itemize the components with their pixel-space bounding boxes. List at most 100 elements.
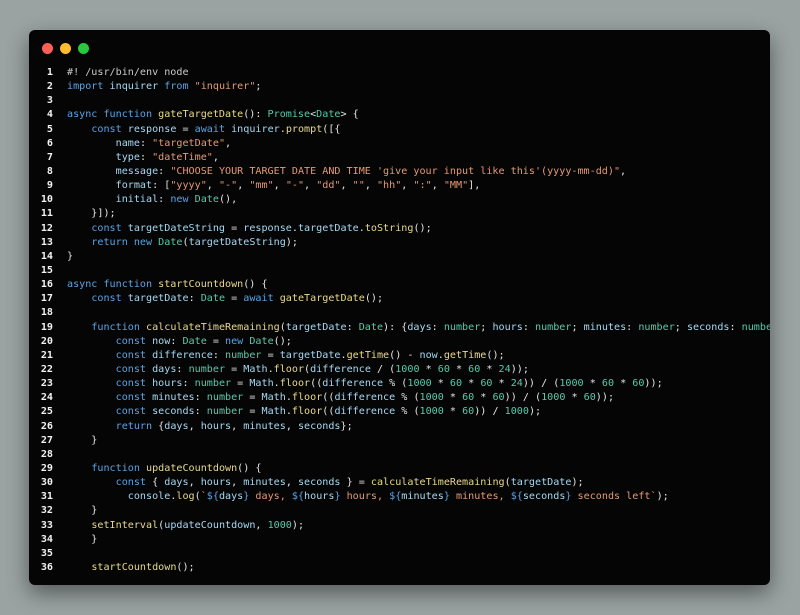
code-token: targetDate — [279, 349, 341, 361]
code-line: 33 setInterval(updateCountdown, 1000); — [29, 519, 770, 533]
code-token: toString — [364, 222, 414, 234]
code-token: minutes, — [449, 491, 511, 503]
code-token: getTime — [443, 349, 487, 361]
code-line: 20 const now: Date = new Date(); — [29, 335, 770, 349]
code-token: (); — [486, 349, 505, 361]
code-line: 25 const seconds: number = Math.floor((d… — [29, 405, 770, 419]
code-line: 21 const difference: number = targetDate… — [29, 349, 770, 363]
code-token: setInterval — [91, 519, 159, 531]
code-token: "mm" — [249, 180, 274, 192]
code-token: now — [419, 349, 438, 361]
code-line: 32 } — [29, 504, 770, 518]
code-token: number — [443, 321, 481, 333]
code-line: 31 console.log(`${days} days, ${hours} h… — [29, 490, 770, 504]
code-token: ([{ — [322, 123, 341, 135]
line-number: 17 — [40, 293, 53, 305]
maximize-dot-icon[interactable] — [78, 43, 89, 54]
code-token: const — [115, 477, 153, 489]
close-dot-icon[interactable] — [42, 43, 53, 54]
code-token: difference — [322, 378, 384, 390]
code-token: ${ — [389, 491, 402, 503]
code-token: * — [474, 392, 493, 404]
code-token: Date — [194, 194, 219, 206]
code-text: } — [67, 250, 73, 264]
code-token: * — [614, 378, 633, 390]
code-token: minutes — [243, 420, 286, 432]
code-token: 1000 — [407, 378, 432, 390]
code-token: }; — [340, 420, 353, 432]
code-text: } — [67, 504, 97, 518]
code-token: } — [67, 434, 98, 446]
code-line: 13 return new Date(targetDateString); — [29, 236, 770, 250]
code-token: const — [115, 406, 153, 418]
code-token: targetDate — [297, 222, 359, 234]
code-text: const days: number = Math.floor(differen… — [67, 363, 529, 377]
code-token: : — [139, 137, 153, 149]
code-token: , — [188, 420, 201, 432]
code-token: (); — [176, 561, 195, 573]
code-line: 11 }]); — [29, 207, 770, 221]
code-token: seconds left` — [571, 491, 657, 503]
code-token: , — [401, 180, 414, 192]
code-token: hours, — [340, 491, 390, 503]
code-token: 1000 — [419, 406, 444, 418]
code-token: await — [194, 123, 232, 135]
code-token: 60 — [462, 392, 475, 404]
code-text: initial: new Date(), — [67, 193, 238, 207]
minimize-dot-icon[interactable] — [60, 43, 71, 54]
code-token: * — [449, 363, 469, 375]
code-text: const response = await inquirer.prompt([… — [67, 123, 341, 137]
code-token: const — [115, 392, 153, 404]
code-token: (): — [243, 109, 268, 121]
code-token: updateCountdown — [146, 462, 238, 474]
code-line: 6 name: "targetDate", — [29, 137, 770, 151]
line-number: 15 — [40, 264, 53, 276]
code-token: startCountdown — [158, 279, 244, 291]
code-token: , — [231, 477, 244, 489]
code-token: 60 — [632, 378, 645, 390]
code-token: number — [741, 321, 770, 333]
code-token: , — [206, 180, 219, 192]
code-text: const minutes: number = Math.floor((diff… — [67, 391, 614, 405]
code-token: = — [243, 406, 262, 418]
code-token: Date — [158, 236, 183, 248]
code-token: Math — [261, 392, 286, 404]
code-token: : — [158, 165, 171, 177]
code-token: 1000 — [541, 392, 566, 404]
code-token: * — [443, 406, 463, 418]
line-number: 29 — [40, 462, 53, 474]
code-text: } — [67, 434, 97, 448]
code-token: function — [91, 321, 147, 333]
line-number: 31 — [40, 491, 53, 503]
code-token: 24 — [498, 363, 511, 375]
code-token: ): { — [383, 321, 408, 333]
code-token: days, — [249, 491, 292, 503]
code-token: const — [115, 335, 153, 347]
line-number: 35 — [40, 547, 53, 559]
code-token: (( — [322, 406, 335, 418]
code-token: now — [152, 335, 171, 347]
code-token: 1000 — [504, 406, 529, 418]
code-token: : — [431, 321, 444, 333]
code-token: seconds — [297, 477, 341, 489]
code-line: 16 async function startCountdown() { — [29, 278, 770, 292]
code-text: function calculateTimeRemaining(targetDa… — [67, 321, 770, 335]
line-number: 18 — [40, 307, 53, 319]
code-token: )); — [510, 363, 529, 375]
code-token: inquirer — [231, 123, 280, 135]
code-token: inquirer — [109, 81, 165, 93]
code-line: 7 type: "dateTime", — [29, 151, 770, 165]
code-token: 60 — [437, 363, 450, 375]
code-text: const { days, hours, minutes, seconds } … — [67, 476, 584, 490]
code-token: from — [164, 81, 195, 93]
code-token: return — [115, 420, 159, 432]
code-token: async function — [67, 279, 159, 291]
code-token: days — [164, 420, 189, 432]
